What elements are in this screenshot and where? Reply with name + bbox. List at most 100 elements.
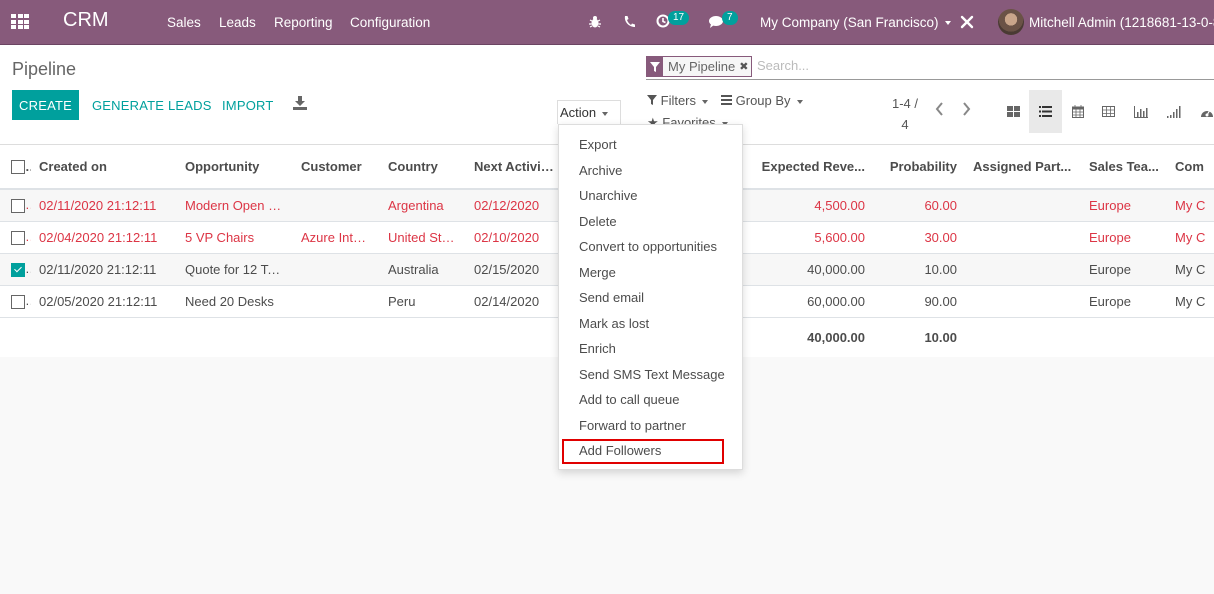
view-kanban-button[interactable] [997,90,1030,133]
action-menu-item-add-followers[interactable]: Add Followers [579,443,661,458]
pager-total: 4 [901,117,909,132]
debug-bug-icon[interactable] [589,15,601,28]
action-label: Action [560,105,597,120]
cell-opportunity: Need 20 Desks [177,285,293,318]
cell-customer [293,189,380,222]
row-checkbox[interactable] [11,262,25,277]
action-menu-item-export[interactable]: Export [579,137,617,152]
caret-down-icon [702,99,709,104]
user-avatar[interactable] [998,9,1024,35]
column-header[interactable]: Com [1167,145,1214,190]
filters-dropdown[interactable]: Filters [647,93,709,108]
company-name: My Company (San Francisco) [760,15,939,30]
cell-customer [293,285,380,318]
apps-menu-icon[interactable] [11,14,29,30]
dashboard-gauge-icon [1200,109,1213,117]
caret-down-icon [796,99,803,104]
cell-opportunity: Modern Open Sp... [177,189,293,222]
cell-created-on: 02/05/2020 21:12:11 [31,285,177,318]
activity-count-badge: 17 [668,11,690,25]
cell-company: My C [1167,285,1214,318]
cell-country: Argentina [380,189,466,222]
row-checkbox[interactable] [11,230,25,245]
facet-label: My Pipeline [668,59,736,74]
action-menu-item-send-email[interactable]: Send email [579,290,644,305]
footer-expected-revenue-sum: 40,000.00 [807,329,865,345]
cell-company: My C [1167,221,1214,254]
search-bar: My Pipeline ✖ [646,55,1214,80]
action-menu-item-archive[interactable]: Archive [579,163,622,178]
row-select-cell [0,285,31,318]
pager-previous-icon[interactable] [935,102,944,116]
column-header[interactable]: Opportunity [177,145,293,190]
caret-down-icon [602,111,609,116]
action-menu-item-convert-to-opportunities[interactable]: Convert to opportunities [579,239,717,254]
view-list-button[interactable] [1029,90,1062,133]
generate-leads-button[interactable]: GENERATE LEADS [92,98,212,113]
cell-next-activity-date: 02/10/2020 [466,221,566,254]
filter-icon [647,95,657,105]
cell-country: United Stat... [380,221,466,254]
column-header[interactable]: Country [380,145,466,190]
view-pivot-button[interactable] [1092,90,1125,133]
user-menu[interactable]: Mitchell Admin (1218681-13-0-8 [1029,15,1214,30]
footer-probability-avg: 10.00 [924,329,957,345]
view-cohort-button[interactable] [1157,90,1190,133]
column-header[interactable]: Next Activity D [466,145,566,190]
column-header[interactable]: Created on [31,145,177,190]
column-header[interactable]: Customer [293,145,380,190]
action-menu-item-enrich[interactable]: Enrich [579,341,616,356]
bars-icon [721,95,732,105]
remove-facet-icon[interactable]: ✖ [739,60,751,73]
pivot-view-icon [1102,106,1115,117]
phone-icon[interactable] [623,15,635,28]
action-menu-item-delete[interactable]: Delete [579,214,617,229]
action-menu-item-merge[interactable]: Merge [579,265,616,280]
search-input[interactable] [757,58,1057,73]
menu-leads[interactable]: Leads [219,15,256,30]
breadcrumb-title: Pipeline [12,59,77,79]
cell-opportunity: Quote for 12 Tab... [177,253,293,286]
menu-reporting[interactable]: Reporting [274,15,333,30]
row-checkbox[interactable] [11,199,25,214]
create-button[interactable]: CREATE [12,90,79,120]
column-header[interactable]: Probability [873,145,965,190]
cell-country: Peru [380,285,466,318]
cell-probability: 90.00 [873,285,965,318]
caret-down-icon [944,21,951,26]
column-header[interactable]: Assigned Part... [965,145,1081,190]
search-facet: My Pipeline ✖ [646,56,753,77]
view-graph-button[interactable] [1124,90,1157,133]
menu-configuration[interactable]: Configuration [350,15,430,30]
cell-assigned-partner [965,253,1081,286]
import-button[interactable]: IMPORT [222,98,274,113]
action-menu-item-forward-to-partner[interactable]: Forward to partner [579,418,686,433]
select-all-checkbox[interactable] [11,160,25,175]
column-header[interactable]: Sales Tea... [1081,145,1167,190]
view-calendar-button[interactable] [1061,90,1094,133]
pager-range: 1-4 / [891,96,918,111]
cell-probability: 10.00 [873,253,965,286]
cell-opportunity: 5 VP Chairs [177,221,293,254]
action-dropdown-button[interactable]: Action [557,100,621,124]
tools-icon[interactable] [960,15,974,29]
cell-expected-revenue: 5,600.00 [750,221,873,254]
action-menu-item-add-to-call-queue[interactable]: Add to call queue [579,392,679,407]
pager-value[interactable]: 1-4 / 4 [885,93,925,135]
menu-sales[interactable]: Sales [167,15,201,30]
cell-assigned-partner [965,189,1081,222]
action-menu-item-mark-as-lost[interactable]: Mark as lost [579,316,649,331]
row-checkbox[interactable] [11,294,25,309]
download-icon[interactable] [293,96,307,110]
action-menu-item-send-sms-text-message[interactable]: Send SMS Text Message [579,367,725,382]
pager-next-icon[interactable] [962,102,971,116]
cell-sales-team: Europe [1081,221,1167,254]
view-dashboard-button[interactable] [1190,90,1214,133]
top-navbar: CRM Sales Leads Reporting Configuration … [0,0,1214,45]
company-switcher[interactable]: My Company (San Francisco) [760,15,951,30]
group-by-dropdown[interactable]: Group By [721,93,803,108]
cell-sales-team: Europe [1081,253,1167,286]
action-menu-item-unarchive[interactable]: Unarchive [579,188,638,203]
app-brand[interactable]: CRM [63,9,109,32]
column-header[interactable]: Expected Reve... [750,145,873,190]
